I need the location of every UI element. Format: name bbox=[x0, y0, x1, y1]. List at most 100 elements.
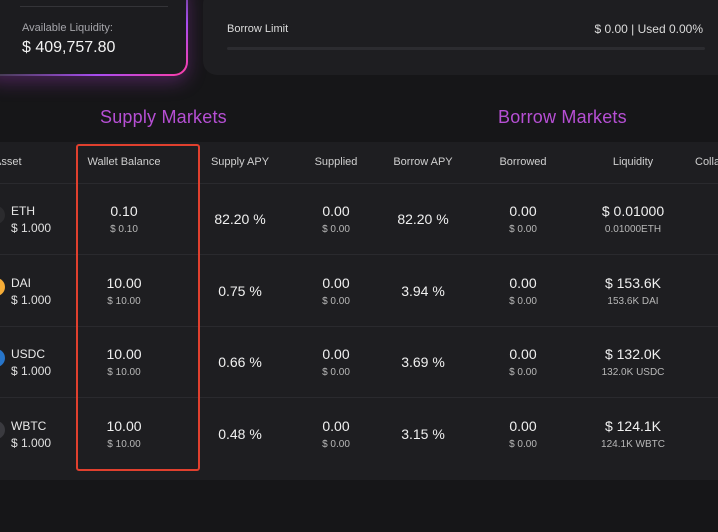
wallet-balance-value: 0.10 bbox=[110, 203, 138, 219]
borrowed-subvalue: $ 0.00 bbox=[509, 224, 537, 235]
borrow-apy-value: 3.94 % bbox=[401, 283, 445, 299]
asset-name: USDC bbox=[11, 347, 46, 361]
supplied-value: 0.00 bbox=[322, 346, 350, 362]
borrow-limit-progress-bar bbox=[227, 47, 705, 50]
supply-apy-cell: 0.48 % bbox=[218, 426, 262, 442]
borrow-apy-value: 82.20 % bbox=[397, 211, 449, 227]
asset-price: $ 1.000 bbox=[11, 221, 52, 235]
borrow-limit-card: Borrow Limit $ 0.00 | Used 0.00% bbox=[203, 0, 718, 75]
supplied-subvalue: $ 0.00 bbox=[322, 224, 350, 235]
wallet-balance-subvalue: $ 10.00 bbox=[107, 439, 141, 450]
borrowed-cell: 0.00 $ 0.00 bbox=[509, 346, 537, 378]
markets-table: Asset Wallet Balance Supply APY Supplied… bbox=[0, 142, 718, 480]
column-header-wallet-balance[interactable]: Wallet Balance bbox=[88, 156, 161, 168]
liquidity-cell: $ 0.01000 0.01000ETH bbox=[602, 203, 664, 235]
asset-name: WBTC bbox=[11, 419, 47, 433]
borrowed-cell: 0.00 $ 0.00 bbox=[509, 418, 537, 450]
liquidity-cell: $ 132.0K 132.0K USDC bbox=[602, 346, 665, 378]
asset-name: ETH bbox=[11, 204, 35, 218]
column-header-asset[interactable]: Asset bbox=[0, 156, 22, 168]
supplied-subvalue: $ 0.00 bbox=[322, 367, 350, 378]
eth-icon bbox=[0, 206, 5, 224]
borrowed-cell: 0.00 $ 0.00 bbox=[509, 275, 537, 307]
liquidity-subvalue: 132.0K USDC bbox=[601, 367, 665, 378]
wallet-balance-subvalue: $ 10.00 bbox=[107, 296, 141, 307]
borrowed-value: 0.00 bbox=[509, 275, 537, 291]
wallet-balance-subvalue: $ 10.00 bbox=[107, 367, 141, 378]
available-liquidity-value: $ 409,757.80 bbox=[22, 39, 116, 56]
asset-name: DAI bbox=[11, 276, 32, 290]
column-header-liquidity[interactable]: Liquidity bbox=[613, 156, 653, 168]
available-liquidity-card: Available Liquidity: $ 409,757.80 bbox=[0, 0, 188, 76]
wallet-balance-value: 10.00 bbox=[106, 275, 142, 291]
wallet-balance-cell: 0.10 $ 0.10 bbox=[110, 203, 138, 235]
wallet-balance-cell: 10.00 $ 10.00 bbox=[106, 346, 141, 378]
supply-apy-value: 0.66 % bbox=[218, 354, 262, 370]
supplied-cell: 0.00 $ 0.00 bbox=[322, 418, 350, 450]
supply-apy-value: 82.20 % bbox=[214, 211, 266, 227]
liquidity-cell: $ 153.6K 153.6K DAI bbox=[605, 275, 661, 307]
borrowed-cell: 0.00 $ 0.00 bbox=[509, 203, 537, 235]
supplied-value: 0.00 bbox=[322, 203, 350, 219]
liquidity-value: $ 0.01000 bbox=[601, 203, 665, 219]
borrow-limit-label: Borrow Limit bbox=[227, 23, 289, 35]
available-liquidity-label: Available Liquidity: bbox=[22, 22, 113, 34]
supplied-cell: 0.00 $ 0.00 bbox=[322, 203, 350, 235]
supply-apy-cell: 0.75 % bbox=[218, 283, 262, 299]
liquidity-value: $ 153.6K bbox=[604, 275, 662, 291]
supply-apy-value: 0.48 % bbox=[218, 426, 262, 442]
supply-apy-value: 0.75 % bbox=[218, 283, 262, 299]
borrowed-subvalue: $ 0.00 bbox=[509, 296, 537, 307]
liquidity-cell: $ 124.1K 124.1K WBTC bbox=[601, 418, 665, 450]
table-row[interactable]: ETH $ 1.000 0.10 $ 0.10 82.20 % 0.00 $ 0.00 82.… bbox=[0, 184, 718, 255]
borrow-apy-value: 3.15 % bbox=[401, 426, 445, 442]
borrowed-value: 0.00 bbox=[509, 346, 537, 362]
supplied-subvalue: $ 0.00 bbox=[322, 296, 350, 307]
borrowed-subvalue: $ 0.00 bbox=[509, 439, 537, 450]
asset-price: $ 1.000 bbox=[11, 364, 52, 378]
borrow-apy-cell: 3.94 % bbox=[401, 283, 445, 299]
asset-price: $ 1.000 bbox=[11, 436, 52, 450]
supply-markets-title: Supply Markets bbox=[100, 107, 227, 127]
supplied-subvalue: $ 0.00 bbox=[322, 439, 350, 450]
table-row[interactable]: WBTC $ 1.000 10.00 $ 10.00 0.48 % 0.00 $ 0.00 3… bbox=[0, 399, 718, 470]
liquidity-subvalue: 0.01000ETH bbox=[604, 224, 662, 235]
borrow-apy-cell: 3.15 % bbox=[401, 426, 445, 442]
column-header-supplied[interactable]: Supplied bbox=[315, 156, 358, 168]
column-header-borrowed[interactable]: Borrowed bbox=[499, 156, 546, 168]
liquidity-subvalue: 124.1K WBTC bbox=[601, 439, 665, 450]
supplied-value: 0.00 bbox=[322, 418, 350, 434]
borrow-apy-cell: 82.20 % bbox=[397, 211, 448, 227]
usdc-icon bbox=[0, 349, 5, 367]
wbtc-icon bbox=[0, 421, 5, 439]
supplied-cell: 0.00 $ 0.00 bbox=[322, 346, 350, 378]
liquidity-value: $ 132.0K bbox=[604, 346, 662, 362]
borrowed-value: 0.00 bbox=[509, 418, 537, 434]
supply-apy-cell: 82.20 % bbox=[214, 211, 265, 227]
table-row[interactable]: DAI $ 1.000 10.00 $ 10.00 0.75 % 0.00 $ 0.00 3.… bbox=[0, 256, 718, 327]
table-row[interactable]: USDC $ 1.000 10.00 $ 10.00 0.66 % 0.00 $ 0.00 3… bbox=[0, 327, 718, 398]
wallet-balance-cell: 10.00 $ 10.00 bbox=[106, 275, 141, 307]
wallet-balance-subvalue: $ 0.10 bbox=[110, 224, 138, 235]
borrowed-value: 0.00 bbox=[509, 203, 537, 219]
column-header-borrow-apy[interactable]: Borrow APY bbox=[393, 156, 452, 168]
borrow-markets-title: Borrow Markets bbox=[498, 107, 627, 127]
supplied-cell: 0.00 $ 0.00 bbox=[322, 275, 350, 307]
borrowed-subvalue: $ 0.00 bbox=[509, 367, 537, 378]
liquidity-value: $ 124.1K bbox=[604, 418, 662, 434]
card-divider bbox=[20, 6, 168, 7]
column-header-collateral[interactable]: Collateral bbox=[695, 156, 718, 168]
borrow-apy-value: 3.69 % bbox=[401, 354, 445, 370]
table-header: Asset Wallet Balance Supply APY Supplied… bbox=[0, 142, 718, 184]
supplied-value: 0.00 bbox=[322, 275, 350, 291]
dai-icon bbox=[0, 278, 5, 296]
borrow-limit-value: $ 0.00 | Used 0.00% bbox=[594, 22, 703, 36]
wallet-balance-value: 10.00 bbox=[106, 346, 142, 362]
supply-apy-cell: 0.66 % bbox=[218, 354, 262, 370]
liquidity-subvalue: 153.6K DAI bbox=[607, 296, 659, 307]
asset-price: $ 1.000 bbox=[11, 293, 52, 307]
column-header-supply-apy[interactable]: Supply APY bbox=[211, 156, 269, 168]
borrow-apy-cell: 3.69 % bbox=[401, 354, 445, 370]
wallet-balance-value: 10.00 bbox=[106, 418, 142, 434]
wallet-balance-cell: 10.00 $ 10.00 bbox=[106, 418, 141, 450]
